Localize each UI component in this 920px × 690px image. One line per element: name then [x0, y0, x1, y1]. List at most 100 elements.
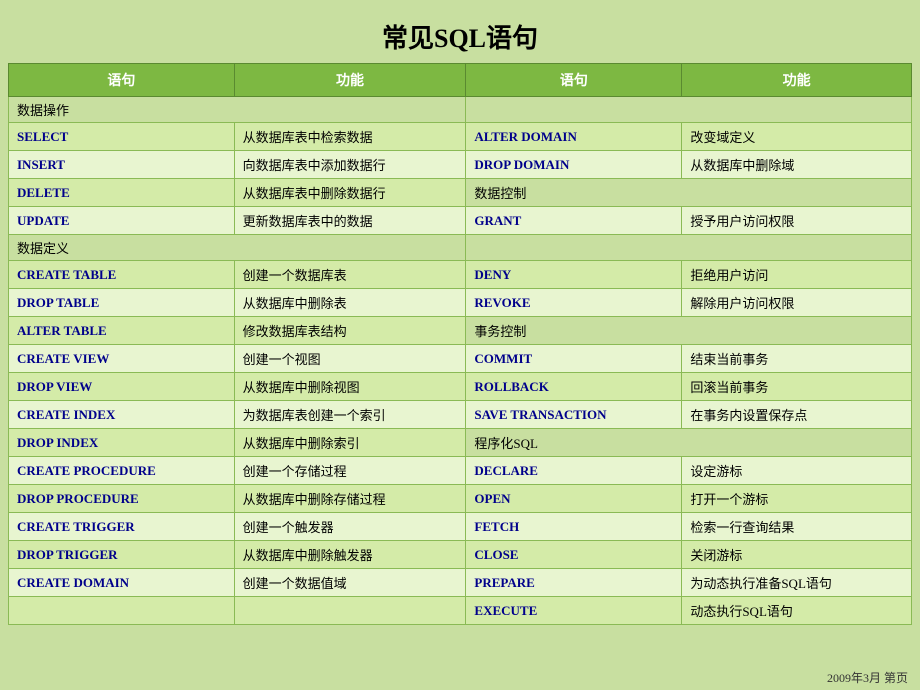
func-left: 为数据库表创建一个索引	[234, 401, 466, 429]
keyword-span: FETCH	[474, 519, 519, 534]
keyword-span: CREATE TRIGGER	[17, 519, 135, 534]
section-header-row: 数据定义	[9, 235, 912, 261]
keyword-span: DECLARE	[474, 463, 538, 478]
func-right: 结束当前事务	[682, 345, 912, 373]
keyword-span: DROP DOMAIN	[474, 157, 569, 172]
keyword-span: REVOKE	[474, 295, 530, 310]
sql-keyword-left: DROP TABLE	[9, 289, 235, 317]
func-left: 从数据库表中检索数据	[234, 123, 466, 151]
page-container: 常见SQL语句 语句 功能 语句 功能 数据操作 SELECT 从数据库表中检索数据…	[0, 0, 920, 690]
sql-keyword-left: CREATE INDEX	[9, 401, 235, 429]
sql-keyword-right: SAVE TRANSACTION	[466, 401, 682, 429]
sql-keyword-left: CREATE TABLE	[9, 261, 235, 289]
table-row: DROP PROCEDURE从数据库中删除存储过程OPEN打开一个游标	[9, 485, 912, 513]
func-left: 从数据库中删除表	[234, 289, 466, 317]
sql-keyword-right: COMMIT	[466, 345, 682, 373]
keyword-span: DROP VIEW	[17, 379, 92, 394]
func-left: 创建一个视图	[234, 345, 466, 373]
keyword-span: EXECUTE	[474, 603, 537, 618]
sql-keyword-right: DENY	[466, 261, 682, 289]
func-left: 从数据库中删除索引	[234, 429, 466, 457]
sql-keyword-left	[9, 597, 235, 625]
sql-keyword-left: CREATE DOMAIN	[9, 569, 235, 597]
sql-keyword-left: SELECT	[9, 123, 235, 151]
func-left: 创建一个数据库表	[234, 261, 466, 289]
func-right: 改变域定义	[682, 123, 912, 151]
sql-keyword-left: DELETE	[9, 179, 235, 207]
sql-keyword-left: DROP PROCEDURE	[9, 485, 235, 513]
keyword-span: ROLLBACK	[474, 379, 548, 394]
table-row: DROP TABLE从数据库中删除表REVOKE解除用户访问权限	[9, 289, 912, 317]
sql-keyword-left: CREATE TRIGGER	[9, 513, 235, 541]
sql-keyword-left: CREATE PROCEDURE	[9, 457, 235, 485]
func-right: 回滚当前事务	[682, 373, 912, 401]
func-right: 从数据库中删除域	[682, 151, 912, 179]
keyword-span: INSERT	[17, 157, 65, 172]
keyword-span: DROP TABLE	[17, 295, 99, 310]
table-row: DROP VIEW从数据库中删除视图ROLLBACK回滚当前事务	[9, 373, 912, 401]
table-row: CREATE PROCEDURE创建一个存储过程DECLARE设定游标	[9, 457, 912, 485]
sql-keyword-right: DROP DOMAIN	[466, 151, 682, 179]
keyword-span: DROP PROCEDURE	[17, 491, 139, 506]
func-right: 打开一个游标	[682, 485, 912, 513]
sql-keyword-right: 数据控制	[466, 179, 912, 207]
func-left: 更新数据库表中的数据	[234, 207, 466, 235]
keyword-span: UPDATE	[17, 213, 69, 228]
sql-keyword-left: UPDATE	[9, 207, 235, 235]
table-row: CREATE TRIGGER 创建一个触发器 FETCH 检索一行查询结果	[9, 513, 912, 541]
sql-keyword-right: 事务控制	[466, 317, 912, 345]
sql-keyword-right: ALTER DOMAIN	[466, 123, 682, 151]
keyword-span: CREATE PROCEDURE	[17, 463, 156, 478]
table-row: ALTER TABLE修改数据库表结构事务控制	[9, 317, 912, 345]
keyword-span: DROP TRIGGER	[17, 547, 118, 562]
section-header-row: 数据操作	[9, 97, 912, 123]
page-title: 常见SQL语句	[8, 8, 912, 63]
keyword-span: CREATE DOMAIN	[17, 575, 129, 590]
func-left	[234, 597, 466, 625]
keyword-span: OPEN	[474, 491, 510, 506]
func-right: 动态执行SQL语句	[682, 597, 912, 625]
footer-text: 2009年3月 第页	[827, 669, 908, 686]
sql-keyword-left: DROP TRIGGER	[9, 541, 235, 569]
table-header-row: 语句 功能 语句 功能	[9, 64, 912, 97]
sql-keyword-left: INSERT	[9, 151, 235, 179]
func-left: 从数据库表中删除数据行	[234, 179, 466, 207]
sql-keyword-right: EXECUTE	[466, 597, 682, 625]
sql-keyword-right: PREPARE	[466, 569, 682, 597]
table-row: CREATE DOMAIN创建一个数据值域PREPARE为动态执行准备SQL语句	[9, 569, 912, 597]
sql-keyword-right: REVOKE	[466, 289, 682, 317]
keyword-span: SELECT	[17, 129, 68, 144]
func-left: 创建一个触发器	[234, 513, 466, 541]
func-right: 关闭游标	[682, 541, 912, 569]
func-left: 创建一个数据值域	[234, 569, 466, 597]
func-right: 授予用户访问权限	[682, 207, 912, 235]
func-right: 检索一行查询结果	[682, 513, 912, 541]
func-left: 创建一个存储过程	[234, 457, 466, 485]
sql-keyword-right: 程序化SQL	[466, 429, 912, 457]
table-row: INSERT向数据库表中添加数据行DROP DOMAIN从数据库中删除域	[9, 151, 912, 179]
keyword-span: DELETE	[17, 185, 70, 200]
keyword-span: CREATE INDEX	[17, 407, 115, 422]
col-header-4: 功能	[682, 64, 912, 97]
func-left: 从数据库中删除触发器	[234, 541, 466, 569]
table-row: EXECUTE 动态执行SQL语句	[9, 597, 912, 625]
keyword-span: PREPARE	[474, 575, 534, 590]
table-row: DROP INDEX从数据库中删除索引程序化SQL	[9, 429, 912, 457]
func-right: 在事务内设置保存点	[682, 401, 912, 429]
sql-keyword-right: OPEN	[466, 485, 682, 513]
sql-keyword-right: CLOSE	[466, 541, 682, 569]
col-header-1: 语句	[9, 64, 235, 97]
table-row: CREATE TABLE创建一个数据库表DENY拒绝用户访问	[9, 261, 912, 289]
func-left: 修改数据库表结构	[234, 317, 466, 345]
table-row: DELETE 从数据库表中删除数据行数据控制	[9, 179, 912, 207]
sql-keyword-right: ROLLBACK	[466, 373, 682, 401]
keyword-span: GRANT	[474, 213, 521, 228]
keyword-span: DENY	[474, 267, 511, 282]
table-row: UPDATE 更新数据库表中的数据 GRANT 授予用户访问权限	[9, 207, 912, 235]
table-row: DROP TRIGGER 从数据库中删除触发器 CLOSE 关闭游标	[9, 541, 912, 569]
keyword-span: CREATE TABLE	[17, 267, 116, 282]
sql-keyword-left: ALTER TABLE	[9, 317, 235, 345]
sql-keyword-left: DROP VIEW	[9, 373, 235, 401]
keyword-span: CLOSE	[474, 547, 518, 562]
sql-keyword-right: FETCH	[466, 513, 682, 541]
